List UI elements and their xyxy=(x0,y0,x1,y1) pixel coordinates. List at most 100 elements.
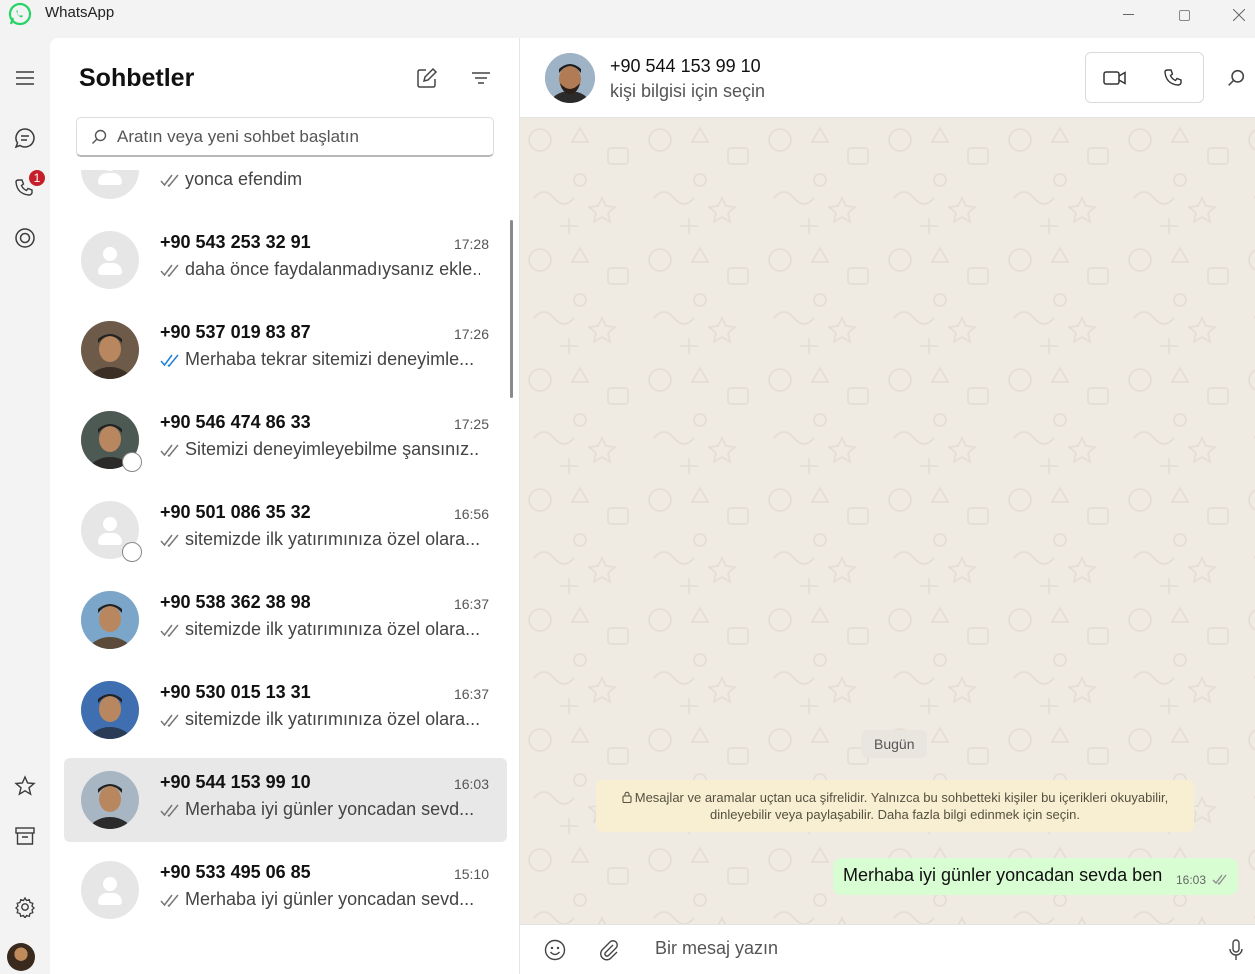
settings-button[interactable] xyxy=(5,887,45,927)
chat-row-time: 15:10 xyxy=(453,866,489,882)
chat-row[interactable]: +90 533 495 06 85 15:10 Merhaba iyi günler… xyxy=(64,848,507,932)
chat-list-title: Sohbetler xyxy=(79,64,195,92)
maximize-button[interactable] xyxy=(1161,0,1207,30)
contact-photo xyxy=(81,681,139,739)
chat-row-name: +90 538 362 38 98 xyxy=(160,592,311,612)
chat-row-preview: sitemizde ilk yatırımınıza özel olara... xyxy=(160,529,480,550)
double-check-icon xyxy=(160,624,179,637)
encryption-notice-text: Mesajlar ve aramalar uçtan uca şifrelidi… xyxy=(634,790,1169,822)
chats-nav-button[interactable] xyxy=(5,118,45,158)
chat-row-name: +90 544 153 99 10 xyxy=(160,772,311,792)
default-avatar-head xyxy=(103,517,117,531)
chat-row-message: sitemizde ilk yatırımınıza özel olara... xyxy=(185,619,480,639)
chat-avatar xyxy=(81,591,139,649)
search-icon xyxy=(1228,69,1245,86)
chat-row-name: +90 530 015 13 31 xyxy=(160,682,311,702)
emoji-icon xyxy=(544,939,566,961)
default-avatar-body xyxy=(98,173,122,185)
chat-row[interactable]: +90 544 153 99 10 16:03 Merhaba iyi günler… xyxy=(64,758,507,842)
status-nav-button[interactable] xyxy=(5,218,45,258)
video-call-button[interactable] xyxy=(1086,53,1145,102)
conversation-panel: +90 544 153 99 10 kişi bilgisi için seçi… xyxy=(520,38,1255,974)
default-avatar-body xyxy=(98,893,122,905)
calls-nav-button[interactable]: 1 xyxy=(5,168,47,208)
chat-row-message: yonca efendim xyxy=(185,170,303,189)
chat-list-panel: Sohbetler +90 541 290 60 6517:44yonca ef… xyxy=(50,38,520,974)
message-time: 16:03 xyxy=(1175,873,1206,887)
search-in-chat-button[interactable] xyxy=(1222,64,1250,92)
chat-row-message: Merhaba iyi günler yoncadan sevd... xyxy=(185,799,475,819)
archived-button[interactable] xyxy=(5,816,45,856)
chat-row-time: 17:25 xyxy=(453,416,489,432)
chat-row-message: sitemizde ilk yatırımınıza özel olara... xyxy=(185,709,480,729)
double-check-icon xyxy=(160,894,179,907)
conversation-header[interactable]: +90 544 153 99 10 kişi bilgisi için seçi… xyxy=(520,38,1255,118)
menu-button[interactable] xyxy=(5,58,45,98)
chat-row-message: Merhaba tekrar sitemizi deneyimle... xyxy=(185,349,475,369)
chat-row-preview: sitemizde ilk yatırımınıza özel olara... xyxy=(160,709,480,730)
chat-row[interactable]: +90 501 086 35 32 16:56 sitemizde ilk yatı… xyxy=(64,488,507,572)
chat-row[interactable]: +90 546 474 86 33 17:25 Sitemizi deneyimle… xyxy=(64,398,507,482)
chat-row[interactable]: +90 530 015 13 31 16:37 sitemizde ilk yatı… xyxy=(64,668,507,752)
voice-message-button[interactable] xyxy=(1222,936,1250,964)
contact-photo xyxy=(545,53,595,103)
video-camera-icon xyxy=(1103,70,1126,85)
contact-avatar[interactable] xyxy=(545,53,595,103)
default-avatar-body xyxy=(98,263,122,275)
microphone-icon xyxy=(1229,939,1243,960)
chat-list-scrollbar[interactable] xyxy=(510,220,513,398)
chat-row-name: +90 543 253 32 91 xyxy=(160,232,311,252)
search-input[interactable] xyxy=(117,126,477,147)
whatsapp-logo-icon xyxy=(8,2,32,26)
maximize-icon xyxy=(1178,9,1190,21)
compose-icon xyxy=(417,67,438,88)
chat-row[interactable]: +90 537 019 83 87 17:26 Merhaba tekrar sit… xyxy=(64,308,507,392)
chat-row-preview: Merhaba iyi günler yoncadan sevd... xyxy=(160,799,480,820)
chat-wallpaper: Bugün Mesajlar ve aramalar uçtan uca şif… xyxy=(520,118,1255,924)
default-avatar-head xyxy=(103,170,117,171)
close-window-button[interactable] xyxy=(1216,0,1255,30)
navigation-rail: 1 xyxy=(0,38,50,974)
chat-row-time: 16:03 xyxy=(453,776,489,792)
status-update-icon xyxy=(122,542,142,562)
double-check-icon xyxy=(160,174,179,187)
message-composer xyxy=(520,924,1255,974)
gear-icon xyxy=(15,896,35,918)
chat-avatar xyxy=(81,861,139,919)
chat-row-message: daha önce faydalanmadıysanız ekle... xyxy=(185,259,480,279)
title-bar: WhatsApp xyxy=(0,0,1255,38)
double-check-icon xyxy=(1212,874,1227,885)
default-avatar-head xyxy=(103,247,117,261)
chat-row-time: 16:37 xyxy=(453,596,489,612)
outgoing-message[interactable]: Merhaba iyi günler yoncadan sevda ben 16… xyxy=(833,858,1238,895)
chat-row-preview: sitemizde ilk yatırımınıza özel olara... xyxy=(160,619,480,640)
archive-icon xyxy=(15,827,35,845)
new-chat-button[interactable] xyxy=(413,64,441,92)
chat-avatar xyxy=(81,321,139,379)
chat-row[interactable]: +90 541 290 60 6517:44yonca efendim xyxy=(64,170,507,212)
chat-row-time: 16:56 xyxy=(453,506,489,522)
chat-row[interactable]: +90 538 362 38 98 16:37 sitemizde ilk yatı… xyxy=(64,578,507,662)
search-box[interactable] xyxy=(76,117,494,157)
profile-avatar[interactable] xyxy=(7,943,35,971)
starred-messages-button[interactable] xyxy=(5,766,45,806)
attach-button[interactable] xyxy=(595,936,623,964)
star-icon xyxy=(14,775,36,796)
filter-button[interactable] xyxy=(467,64,495,92)
chat-rows: +90 541 290 60 6517:44yonca efendim +90 5… xyxy=(50,170,519,974)
message-input[interactable] xyxy=(655,938,1175,959)
chat-row[interactable]: +90 543 253 32 91 17:28 daha önce faydalan… xyxy=(64,218,507,302)
call-buttons xyxy=(1085,52,1204,103)
minimize-icon xyxy=(1122,14,1134,15)
voice-call-button[interactable] xyxy=(1145,53,1204,102)
double-check-icon xyxy=(160,264,179,277)
missed-calls-badge: 1 xyxy=(27,168,47,188)
encryption-notice[interactable]: Mesajlar ve aramalar uçtan uca şifrelidi… xyxy=(596,780,1194,832)
emoji-button[interactable] xyxy=(541,936,569,964)
chat-avatar xyxy=(81,170,139,199)
default-avatar-body xyxy=(98,533,122,545)
minimize-button[interactable] xyxy=(1105,0,1151,30)
double-check-icon xyxy=(160,804,179,817)
chat-row-name: +90 537 019 83 87 xyxy=(160,322,311,342)
chat-row-message: Sitemizi deneyimleyebilme şansınız... xyxy=(185,439,480,459)
